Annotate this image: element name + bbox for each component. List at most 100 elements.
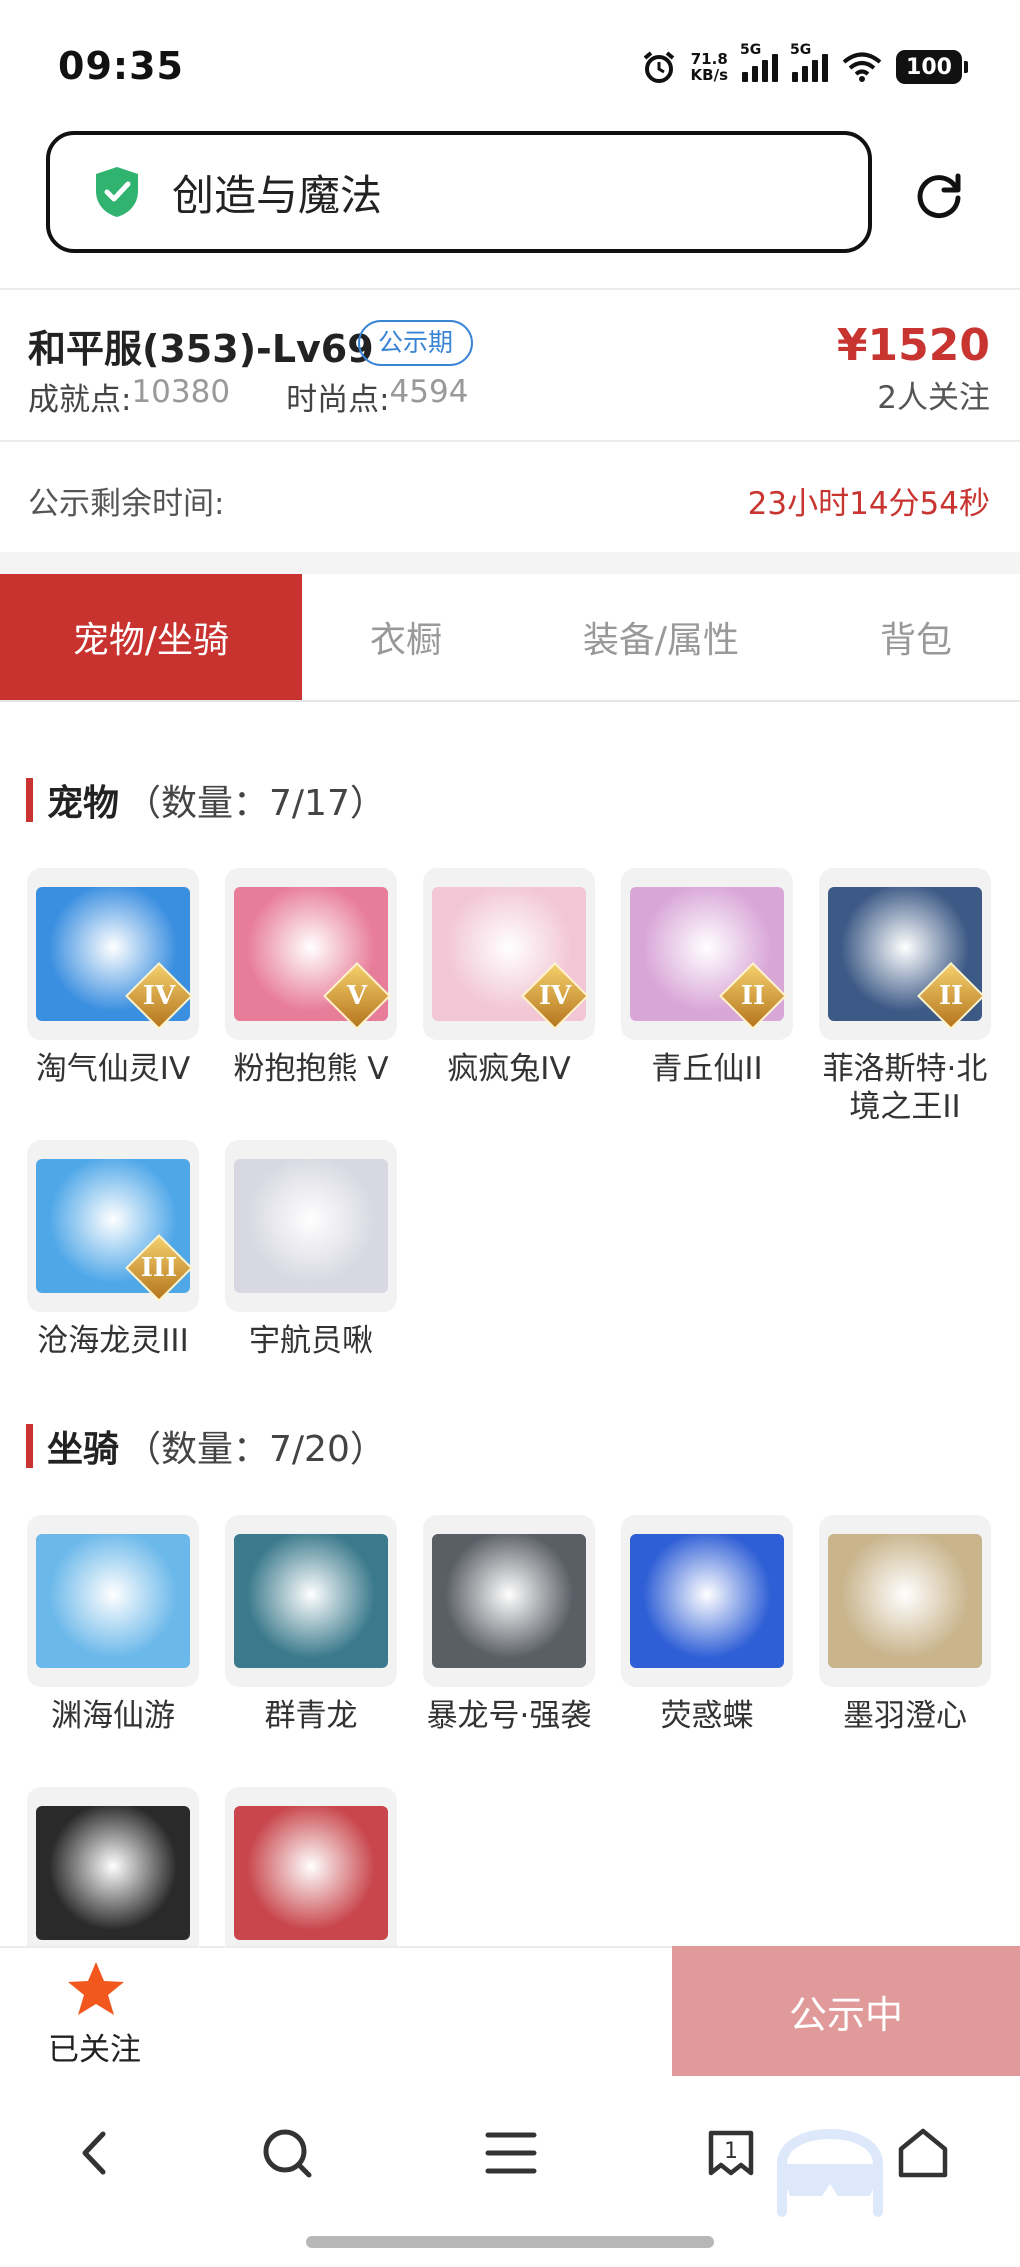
mounts-image [828, 1534, 982, 1668]
mounts-thumbnail [621, 1515, 793, 1687]
divider [0, 288, 1020, 290]
reload-icon [917, 173, 961, 219]
section-marker [26, 1424, 33, 1468]
mounts-thumbnail [225, 1787, 397, 1959]
rank-badge-label: IV [538, 981, 572, 1011]
mounts-image [630, 1534, 784, 1668]
section-count: （数量：7/17） [125, 783, 386, 824]
mounts-card[interactable]: 荧惑蝶 [621, 1515, 793, 1735]
section-spacer [0, 552, 1020, 574]
tab-bar: 宠物/坐骑 衣橱 装备/属性 背包 [0, 574, 1020, 702]
pets-name: 粉抱抱熊 V [233, 1051, 389, 1087]
battery-icon: 100 [896, 50, 968, 84]
home-button[interactable] [888, 2118, 958, 2188]
alarm-icon [643, 51, 674, 83]
section-marker [26, 778, 33, 822]
pets-card[interactable]: 宇航员啾 [225, 1140, 397, 1360]
pets-thumbnail: II [621, 868, 793, 1040]
home-indicator[interactable] [306, 2236, 714, 2248]
back-button[interactable] [60, 2118, 130, 2188]
mounts-card[interactable]: 渊海仙游 [27, 1515, 199, 1735]
tab-wardrobe[interactable]: 衣橱 [302, 574, 510, 700]
search-icon [263, 2129, 312, 2178]
achievement-value: 10380 [131, 374, 231, 410]
mounts-image [36, 1534, 190, 1668]
pets-card[interactable]: III 沧海龙灵III [27, 1140, 199, 1360]
mounts-thumbnail [27, 1515, 199, 1687]
followers-count: 2人关注 [877, 380, 990, 416]
rank-badge-label: II [740, 981, 766, 1011]
net-speed: 71.8 KB/s [691, 51, 728, 83]
back-icon [82, 2131, 106, 2175]
pets-name: 菲洛斯特·北境之王II [822, 1051, 988, 1125]
tab-backpack[interactable]: 背包 [812, 574, 1020, 700]
net-speed-value: 71.8 [690, 50, 728, 68]
pets-thumbnail: II [819, 868, 991, 1040]
divider [0, 440, 1020, 442]
pets-section-title: 宠物 （数量：7/17） [26, 774, 386, 826]
price: ¥1520 [836, 320, 990, 371]
floating-assistant-icon[interactable] [770, 2100, 890, 2220]
mounts-card[interactable]: 墨羽澄心 [819, 1515, 991, 1735]
pets-card[interactable]: II 菲洛斯特·北境之王II [819, 868, 991, 1126]
pets-card[interactable]: II 青丘仙II [621, 868, 793, 1088]
mounts-thumbnail [27, 1787, 199, 1959]
shield-check-icon [96, 167, 138, 217]
tab-pets-mounts[interactable]: 宠物/坐骑 [0, 574, 302, 700]
pets-card[interactable]: IV 疯疯兔IV [423, 868, 595, 1088]
publicity-tag: 公示期 [358, 320, 474, 366]
pets-thumbnail: III [27, 1140, 199, 1312]
fashion-value: 4594 [389, 374, 469, 410]
rank-badge-label: IV [142, 981, 176, 1011]
mounts-card[interactable] [225, 1787, 397, 1959]
mounts-thumbnail [423, 1515, 595, 1687]
pets-card[interactable]: IV 淘气仙灵IV [27, 868, 199, 1088]
tabs-count: 1 [724, 2139, 738, 2164]
tabs-icon: 1 [708, 2130, 754, 2176]
section-count: （数量：7/20） [125, 1429, 386, 1470]
signal-icon: 5G [740, 42, 778, 82]
pets-thumbnail: V [225, 868, 397, 1040]
menu-icon [485, 2132, 537, 2174]
mounts-thumbnail [225, 1515, 397, 1687]
mounts-card[interactable]: 群青龙 [225, 1515, 397, 1735]
remaining-time-label: 公示剩余时间: [28, 486, 225, 522]
mounts-name: 荧惑蝶 [660, 1698, 754, 1734]
server-level: 和平服(353)-Lv69 [28, 327, 374, 371]
signal-label: 5G [790, 42, 812, 58]
tab-equipment[interactable]: 装备/属性 [510, 574, 812, 700]
mounts-name: 群青龙 [264, 1698, 358, 1734]
home-icon [898, 2128, 948, 2178]
mounts-thumbnail [819, 1515, 991, 1687]
pets-name: 疯疯兔IV [447, 1051, 571, 1087]
pets-name: 淘气仙灵IV [35, 1051, 191, 1087]
mounts-name: 墨羽澄心 [843, 1698, 967, 1734]
mounts-card[interactable]: 暴龙号·强袭 [423, 1515, 595, 1735]
mounts-image [234, 1534, 388, 1668]
signal-icon: 5G [790, 42, 828, 82]
mounts-image [36, 1806, 190, 1940]
pets-name: 青丘仙II [651, 1051, 763, 1087]
pets-name: 宇航员啾 [249, 1323, 373, 1359]
remaining-time-value: 23小时14分54秒 [747, 486, 990, 522]
signal-label: 5G [740, 42, 762, 58]
pets-thumbnail: IV [423, 868, 595, 1040]
mounts-card[interactable] [27, 1787, 199, 1959]
search-button[interactable] [252, 2118, 322, 2188]
stats-row: 成就点: 10380 时尚点: 4594 [28, 374, 468, 419]
reload-button[interactable] [906, 162, 972, 228]
pets-card[interactable]: V 粉抱抱熊 V [225, 868, 397, 1088]
follow-label: 已关注 [48, 2032, 141, 2068]
menu-button[interactable] [476, 2118, 546, 2188]
pets-thumbnail [225, 1140, 397, 1312]
wifi-icon [842, 52, 882, 82]
publicity-status-button[interactable]: 公示中 [672, 1946, 1020, 2076]
tabs-button[interactable]: 1 [696, 2118, 766, 2188]
rank-badge-label: V [346, 981, 368, 1011]
url-bar[interactable]: 创造与魔法 [46, 131, 872, 253]
status-bar: 09:35 71.8 KB/s 5G 5G 100 [0, 0, 1020, 120]
achievement-label: 成就点: [28, 382, 132, 418]
mounts-section-title: 坐骑 （数量：7/20） [26, 1420, 386, 1472]
mounts-image [234, 1806, 388, 1940]
section-name: 宠物 [47, 783, 120, 824]
